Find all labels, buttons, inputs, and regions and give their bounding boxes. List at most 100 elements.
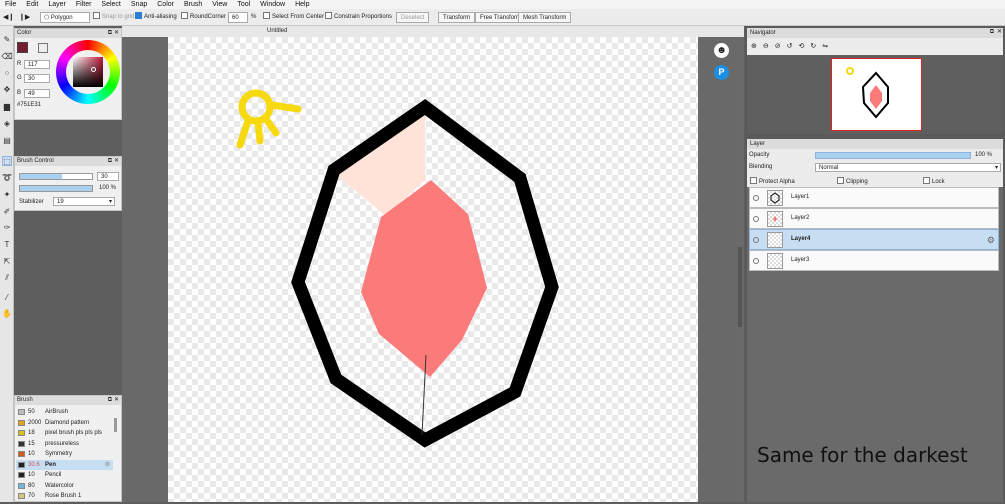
document-tab[interactable]: Untitled <box>267 28 287 34</box>
anti-aliasing-checkbox[interactable]: Anti-aliasing <box>135 12 177 23</box>
divide-tool-icon[interactable]: ⫽ <box>2 273 12 283</box>
zoom-out-icon[interactable]: ⊖ <box>763 43 775 50</box>
brush-size-slider[interactable] <box>19 173 93 180</box>
menu-color[interactable]: Color <box>152 0 179 9</box>
bucket-tool-icon[interactable]: ◈ <box>2 118 12 128</box>
eraser-tool-icon[interactable]: ⌫ <box>1 51 12 61</box>
flip-icon[interactable]: ⇋ <box>822 43 834 50</box>
visibility-icon[interactable] <box>753 216 759 222</box>
menu-window[interactable]: Window <box>255 0 290 9</box>
eyedropper-tool-icon[interactable]: ⁄ <box>2 292 12 302</box>
zoom-fit-icon[interactable]: ⊘ <box>775 43 787 50</box>
brush-item[interactable]: 18 pixel brush pls pls pls <box>16 428 113 439</box>
float-icon[interactable]: ⧉ <box>108 157 112 166</box>
float-icon[interactable]: ⧉ <box>108 396 112 405</box>
layer-opacity-slider[interactable] <box>815 152 971 159</box>
protect-alpha-checkbox[interactable]: Protect Alpha <box>750 177 795 185</box>
brush-item[interactable]: 2000 Diamond pattern <box>16 418 113 429</box>
layer-row[interactable]: Layer2 <box>749 208 999 229</box>
color-picker-cursor[interactable] <box>91 67 96 72</box>
stabilizer-select[interactable]: 19 ▾ <box>53 197 115 206</box>
brush-list-scrollbar[interactable] <box>114 418 117 432</box>
fill-tool-icon[interactable]: ▆ <box>2 101 12 111</box>
vertical-scrollbar[interactable] <box>736 37 744 502</box>
brush-item[interactable]: 70 Rose Brush 1 <box>16 491 113 502</box>
rotate-right-icon[interactable]: ↻ <box>810 43 822 50</box>
clipping-checkbox[interactable]: Clipping <box>837 177 868 185</box>
snap-to-grid-checkbox[interactable]: Snap to grid <box>93 12 134 23</box>
move-tool-icon[interactable]: ✥ <box>2 84 12 94</box>
menu-view[interactable]: View <box>207 0 232 9</box>
round-corner-input[interactable]: 60 <box>228 12 248 23</box>
gear-icon[interactable]: ⚙ <box>105 460 110 470</box>
canvas-area[interactable]: ⊕ ☻ P <box>122 37 744 502</box>
foreground-color-swatch[interactable] <box>17 42 28 53</box>
float-icon[interactable]: ⧉ <box>988 28 994 37</box>
brush-item[interactable]: 10 Pencil <box>16 470 113 481</box>
layer-row-selected[interactable]: Layer4 ⚙ <box>749 229 999 250</box>
close-icon[interactable]: ✕ <box>114 29 119 38</box>
deselect-button[interactable]: Deselect <box>396 12 430 23</box>
brush-item[interactable]: 10 Symmetry <box>16 449 113 460</box>
hex-value[interactable]: #751E31 <box>17 102 41 108</box>
navigator-preview-area[interactable] <box>747 55 1003 134</box>
brush-item[interactable]: 80 Watercolor <box>16 481 113 492</box>
close-icon[interactable]: ✕ <box>995 28 1002 37</box>
magic-wand-tool-icon[interactable]: ✦ <box>2 189 12 199</box>
menu-edit[interactable]: Edit <box>21 0 43 9</box>
redo-icon[interactable]: ❙▶ <box>19 12 30 23</box>
close-icon[interactable]: ✕ <box>114 157 119 166</box>
visibility-icon[interactable] <box>753 258 759 264</box>
menu-help[interactable]: Help <box>290 0 314 9</box>
menu-tool[interactable]: Tool <box>232 0 255 9</box>
select-from-center-checkbox[interactable]: Select From Center <box>263 12 324 23</box>
visibility-icon[interactable] <box>753 237 759 243</box>
menu-file[interactable]: File <box>0 0 21 9</box>
navigator-viewport[interactable] <box>831 58 922 131</box>
menu-filter[interactable]: Filter <box>71 0 97 9</box>
g-input[interactable]: 30 <box>24 74 50 83</box>
transform-button[interactable]: Transform <box>438 12 476 23</box>
menu-brush[interactable]: Brush <box>179 0 207 9</box>
hand-tool-icon[interactable]: ✋ <box>2 308 12 318</box>
text-tool-icon[interactable]: T <box>2 239 12 249</box>
close-icon[interactable]: ✕ <box>114 396 119 405</box>
blending-select[interactable]: Normal ▾ <box>815 163 1001 172</box>
brush-opacity-slider[interactable] <box>19 185 93 192</box>
gear-icon[interactable]: ⚙ <box>987 235 995 246</box>
lock-checkbox[interactable]: Lock <box>923 177 945 185</box>
layer-row[interactable]: Layer1 <box>749 187 999 208</box>
gradient-tool-icon[interactable]: ▤ <box>2 135 12 145</box>
select-eraser-tool-icon[interactable]: ✑ <box>2 222 12 232</box>
mesh-transform-button[interactable]: Mesh Transform <box>518 12 572 23</box>
pen-tool-icon[interactable]: ✎ <box>2 34 12 44</box>
dots-tool-icon[interactable]: ⁘ <box>2 68 12 78</box>
round-corner-checkbox[interactable]: RoundCorner <box>181 12 226 23</box>
menu-snap[interactable]: Snap <box>126 0 152 9</box>
menu-select[interactable]: Select <box>96 0 125 9</box>
brush-item[interactable]: 50 AirBrush <box>16 407 113 418</box>
constrain-proportions-checkbox[interactable]: Constrain Proportions <box>325 12 392 23</box>
operation-tool-icon[interactable]: ⇱ <box>2 256 12 266</box>
menu-layer[interactable]: Layer <box>43 0 71 9</box>
layer-row[interactable]: Layer3 <box>749 250 999 271</box>
reset-rotation-icon[interactable]: ⟲ <box>799 43 811 50</box>
rotate-left-icon[interactable]: ↺ <box>787 43 799 50</box>
brush-item[interactable]: 15 pressureless <box>16 439 113 450</box>
saturation-value-square[interactable] <box>73 57 103 87</box>
visibility-icon[interactable] <box>753 195 759 201</box>
drawing-canvas[interactable]: ⊕ <box>168 37 698 502</box>
zoom-in-icon[interactable]: ⊕ <box>751 43 763 50</box>
brush-item-selected[interactable]: 30.6 Pen ⚙ <box>16 459 113 470</box>
brush-size-input[interactable]: 30 <box>97 172 119 181</box>
color-wheel[interactable] <box>56 40 120 104</box>
background-color-swatch[interactable] <box>38 43 48 53</box>
r-input[interactable]: 117 <box>24 60 50 69</box>
float-icon[interactable]: ⧉ <box>108 29 112 38</box>
rect-select-tool-icon[interactable]: ⬚ <box>2 156 12 166</box>
selection-tool-select[interactable]: ⬠ Polygon <box>40 12 90 23</box>
lasso-tool-icon[interactable]: ➰ <box>2 172 12 182</box>
select-pen-tool-icon[interactable]: ✐ <box>2 206 12 216</box>
b-input[interactable]: 49 <box>24 89 50 98</box>
undo-icon[interactable]: ◀❙ <box>3 12 14 23</box>
